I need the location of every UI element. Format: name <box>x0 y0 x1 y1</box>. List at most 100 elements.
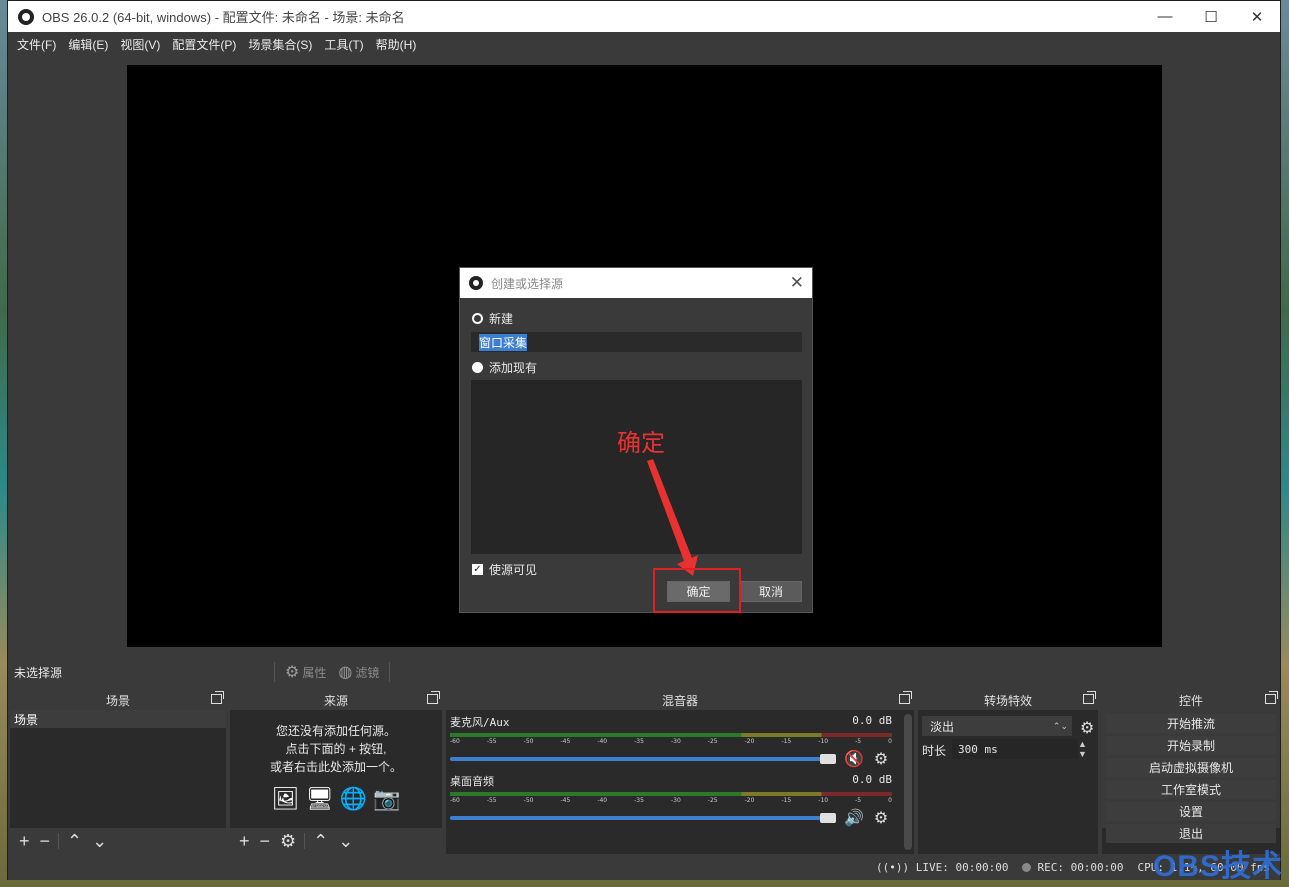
dialog-title: 创建或选择源 <box>491 276 564 291</box>
radio-unchecked-icon[interactable] <box>472 362 483 373</box>
source-name-input[interactable]: 窗口采集 <box>471 332 802 352</box>
monitor-icon: 🖥 <box>305 786 334 811</box>
menu-scene-collection[interactable]: 场景集合(S) <box>243 36 317 53</box>
start-streaming-button[interactable]: 开始推流 <box>1106 714 1276 733</box>
menu-profile[interactable]: 配置文件(P) <box>167 36 241 53</box>
mixer-dock: 混音器 麦克风/Aux 0.0 dB -60 -55 -50 -45 -40 -35 -30-… <box>446 690 914 854</box>
create-select-source-dialog: 创建或选择源 ✕ 新建 窗口采集 添加现有 确定 ✓ 使源可见 确定 取消 <box>459 267 813 613</box>
channel-name: 桌面音频 <box>450 775 494 788</box>
minimize-button[interactable]: — <box>1142 1 1188 32</box>
menu-help[interactable]: 帮助(H) <box>371 36 422 53</box>
channel-name: 麦克风/Aux <box>450 716 510 729</box>
scenes-dock: 场景 场景 + − ⌃ ⌄ <box>10 690 226 854</box>
menu-bar: 文件(F) 编辑(E) 视图(V) 配置文件(P) 场景集合(S) 工具(T) … <box>8 32 1280 56</box>
sources-list[interactable]: 您还没有添加任何源。 点击下面的 + 按钮, 或者右击此处添加一个。 🖼 🖥 🌐… <box>230 710 442 828</box>
add-source-button[interactable]: + <box>239 832 250 850</box>
menu-edit[interactable]: 编辑(E) <box>63 36 113 53</box>
meter-ticks: -60 -55 -50 -45 -40 -35 -30 -25 -20 -15 -10 -5 0 <box>450 738 892 745</box>
maximize-button[interactable]: ☐ <box>1188 1 1234 32</box>
move-down-icon[interactable]: ⌄ <box>92 832 107 850</box>
duration-label: 时长 <box>922 744 947 758</box>
muted-speaker-icon[interactable]: 🔇 <box>844 749 864 769</box>
existing-label: 添加现有 <box>489 361 538 375</box>
spinner-icon[interactable]: ▲ ▼ <box>1078 739 1087 759</box>
filter-icon: ◍ <box>338 664 353 681</box>
menu-tools[interactable]: 工具(T) <box>319 36 368 53</box>
undock-icon[interactable] <box>1083 691 1096 704</box>
properties-label: 属性 <box>302 665 327 680</box>
obs-logo-icon <box>18 8 34 25</box>
speaker-icon[interactable]: 🔊 <box>844 808 864 828</box>
channel-db: 0.0 dB <box>852 773 892 786</box>
updown-icon: ⌃⌄ <box>1052 720 1068 731</box>
menu-file[interactable]: 文件(F) <box>12 36 61 53</box>
properties-button[interactable]: ⚙ 属性 <box>285 662 326 682</box>
move-down-icon[interactable]: ⌄ <box>338 832 353 850</box>
meter-ticks: -60 -55 -50 -45 -40 -35 -30 -25 -20 -15 -10 -5 0 <box>450 797 892 804</box>
filters-button[interactable]: ◍ 滤镜 <box>338 662 379 682</box>
gear-icon[interactable]: ⚙ <box>1080 718 1094 738</box>
new-source-radio[interactable]: 新建 <box>472 310 513 327</box>
ok-highlight-box <box>653 568 741 613</box>
existing-sources-list[interactable] <box>471 380 802 554</box>
empty-sources-line1: 您还没有添加任何源。 <box>275 724 396 738</box>
scenes-title: 场景 <box>105 693 130 708</box>
move-up-icon[interactable]: ⌃ <box>67 832 82 850</box>
make-visible-checkbox[interactable]: ✓ 使源可见 <box>472 561 537 578</box>
mixer-channel-mic: 麦克风/Aux 0.0 dB -60 -55 -50 -45 -40 -35 -30 -25 -2… <box>450 714 896 769</box>
no-source-label: 未选择源 <box>14 665 63 680</box>
camera-icon: 📷 <box>372 786 401 811</box>
annotation-text: 确定 <box>617 430 665 457</box>
sources-dock: 来源 您还没有添加任何源。 点击下面的 + 按钮, 或者右击此处添加一个。 🖼 … <box>230 690 442 854</box>
dialog-close-icon[interactable]: ✕ <box>790 273 804 293</box>
close-button[interactable]: ✕ <box>1234 1 1280 32</box>
checkbox-checked-icon[interactable]: ✓ <box>472 564 483 575</box>
mixer-title: 混音器 <box>661 693 698 708</box>
status-bar: ((•)) LIVE: 00:00:00 REC: 00:00:00 CPU: … <box>8 854 1280 880</box>
move-up-icon[interactable]: ⌃ <box>313 832 328 850</box>
studio-mode-button[interactable]: 工作室模式 <box>1106 780 1276 799</box>
scene-list-item[interactable]: 场景 <box>10 710 226 728</box>
controls-title: 控件 <box>1178 693 1203 708</box>
volume-slider[interactable] <box>450 813 836 823</box>
undock-icon[interactable] <box>1265 691 1278 704</box>
source-settings-gear-icon[interactable]: ⚙ <box>280 832 296 850</box>
add-existing-radio[interactable]: 添加现有 <box>472 359 537 376</box>
undock-icon[interactable] <box>899 691 912 704</box>
add-scene-button[interactable]: + <box>19 832 30 850</box>
duration-input[interactable]: 300 ms <box>952 739 1078 759</box>
volume-slider[interactable] <box>450 754 836 764</box>
empty-sources-line2: 点击下面的 + 按钮, <box>285 742 387 756</box>
radio-checked-icon[interactable] <box>472 313 483 324</box>
remove-scene-button[interactable]: − <box>40 832 51 850</box>
live-status: ((•)) LIVE: 00:00:00 <box>875 860 1009 874</box>
controls-dock: 控件 开始推流 开始录制 启动虚拟摄像机 工作室模式 设置 退出 <box>1102 690 1280 854</box>
transitions-dock: 转场特效 淡出 ⌃⌄ ⚙ 时长 300 ms ▲ ▼ <box>918 690 1098 854</box>
channel-db: 0.0 dB <box>852 714 892 727</box>
title-bar: OBS 26.0.2 (64-bit, windows) - 配置文件: 未命名… <box>8 1 1280 32</box>
slider-handle[interactable] <box>820 813 836 823</box>
menu-view[interactable]: 视图(V) <box>115 36 165 53</box>
remove-source-button[interactable]: − <box>260 832 271 850</box>
transition-select[interactable]: 淡出 ⌃⌄ <box>922 716 1072 736</box>
mixer-channel-desktop: 桌面音频 0.0 dB -60 -55 -50 -45 -40 -35 -30 -25 -20 -1… <box>450 773 896 828</box>
sources-title: 来源 <box>323 693 348 708</box>
new-label: 新建 <box>489 312 514 326</box>
gear-icon[interactable]: ⚙ <box>874 808 888 828</box>
visible-label: 使源可见 <box>489 563 538 577</box>
start-virtual-camera-button[interactable]: 启动虚拟摄像机 <box>1106 758 1276 777</box>
empty-sources-line3: 或者右击此处添加一个。 <box>269 760 402 774</box>
slider-handle[interactable] <box>820 754 836 764</box>
gear-icon[interactable]: ⚙ <box>874 749 888 769</box>
watermark: OBS技术 <box>1152 850 1283 883</box>
start-recording-button[interactable]: 开始录制 <box>1106 736 1276 755</box>
settings-button[interactable]: 设置 <box>1106 802 1276 821</box>
volume-meter <box>450 733 892 737</box>
undock-icon[interactable] <box>211 691 224 704</box>
rec-dot-icon <box>1022 863 1032 872</box>
cancel-button[interactable]: 取消 <box>740 581 802 602</box>
obs-logo-icon <box>469 276 483 290</box>
undock-icon[interactable] <box>427 691 440 704</box>
mixer-scrollbar[interactable] <box>904 714 912 850</box>
rec-status: REC: 00:00:00 <box>1022 861 1124 874</box>
